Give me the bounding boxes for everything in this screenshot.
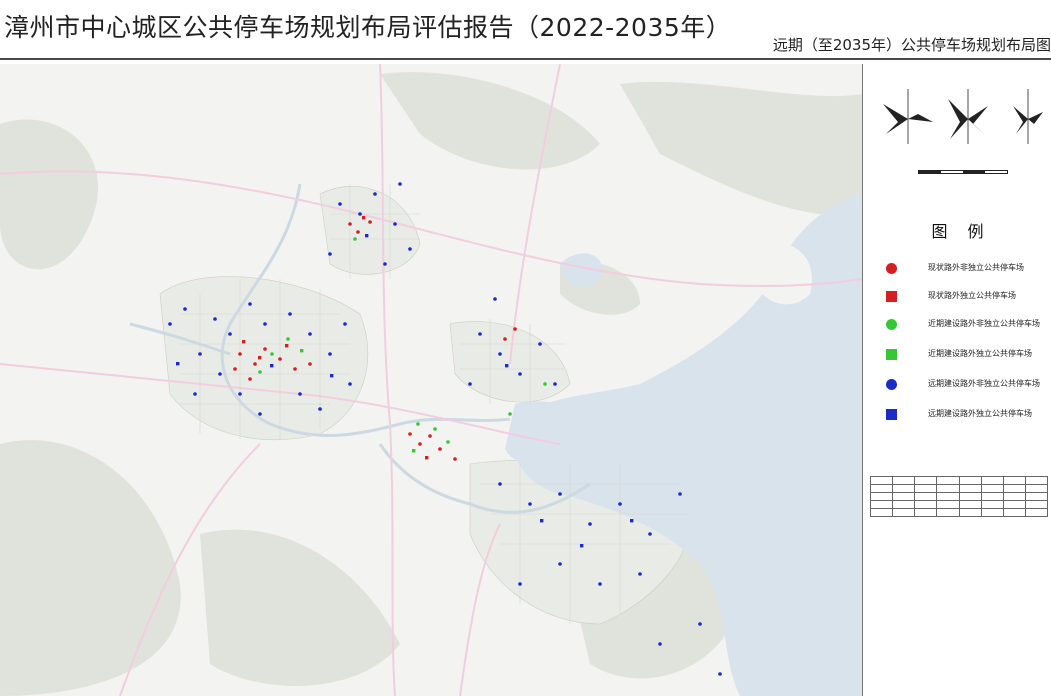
report-title: 漳州市中心城区公共停车场规划布局评估报告（2022-2035年）	[4, 13, 732, 42]
legend-panel: 图例 现状路外非独立公共停车场 现状路外独立公共停车场 近期建设路外非独立公共停…	[864, 64, 1051, 696]
legend-label: 现状路外独立公共停车场	[928, 291, 1016, 300]
blue-square-icon	[886, 409, 897, 420]
legend-label: 近期建设路外独立公共停车场	[928, 349, 1032, 358]
legend-label: 远期建设路外非独立公共停车场	[928, 379, 1040, 388]
legend-title: 图例	[931, 222, 1004, 241]
planning-map[interactable]	[0, 64, 862, 696]
legend-item-nearterm-independent: 近期建设路外独立公共停车场	[886, 347, 1051, 363]
map-subtitle: 远期（至2035年）公共停车场规划布局图	[772, 36, 1051, 54]
blue-circle-icon	[886, 379, 897, 390]
red-square-icon	[886, 291, 897, 302]
legend-item-existing-nonindependent: 现状路外非独立公共停车场	[886, 261, 1051, 277]
map-frame-border	[862, 64, 863, 696]
green-square-icon	[886, 349, 897, 360]
map-canvas	[0, 64, 862, 696]
legend-label: 远期建设路外独立公共停车场	[928, 409, 1032, 418]
scale-bar	[918, 170, 1008, 174]
legend-item-farterm-independent: 远期建设路外独立公共停车场	[886, 407, 1051, 423]
header-divider	[0, 58, 1051, 60]
legend-item-farterm-nonindependent: 远期建设路外非独立公共停车场	[886, 377, 1051, 393]
red-circle-icon	[886, 263, 897, 274]
legend-label: 现状路外非独立公共停车场	[928, 263, 1024, 272]
parking-stats-table	[869, 476, 1049, 517]
legend-item-existing-independent: 现状路外独立公共停车场	[886, 289, 1051, 305]
legend-label: 近期建设路外非独立公共停车场	[928, 319, 1040, 328]
report-header: 漳州市中心城区公共停车场规划布局评估报告（2022-2035年） 远期（至203…	[0, 0, 1051, 60]
green-circle-icon	[886, 319, 897, 330]
wind-rose-diagrams	[883, 89, 1043, 144]
legend-item-nearterm-nonindependent: 近期建设路外非独立公共停车场	[886, 317, 1051, 333]
